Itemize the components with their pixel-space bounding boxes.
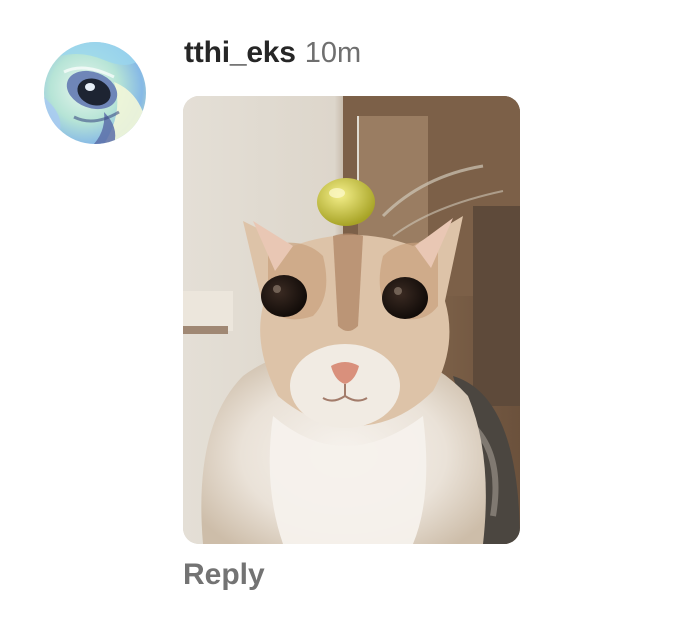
timestamp: 10m xyxy=(304,37,362,69)
comment: tthi_eks 10m Reply xyxy=(0,0,680,632)
username-link[interactable]: tthi_eks xyxy=(184,36,296,70)
comment-header: tthi_eks 10m xyxy=(184,36,361,76)
cat-gif-icon xyxy=(183,96,520,544)
gif-attachment[interactable] xyxy=(183,96,520,544)
reply-button[interactable]: Reply xyxy=(183,558,265,592)
avatar[interactable] xyxy=(44,42,146,144)
avatar-image-icon xyxy=(44,42,146,144)
